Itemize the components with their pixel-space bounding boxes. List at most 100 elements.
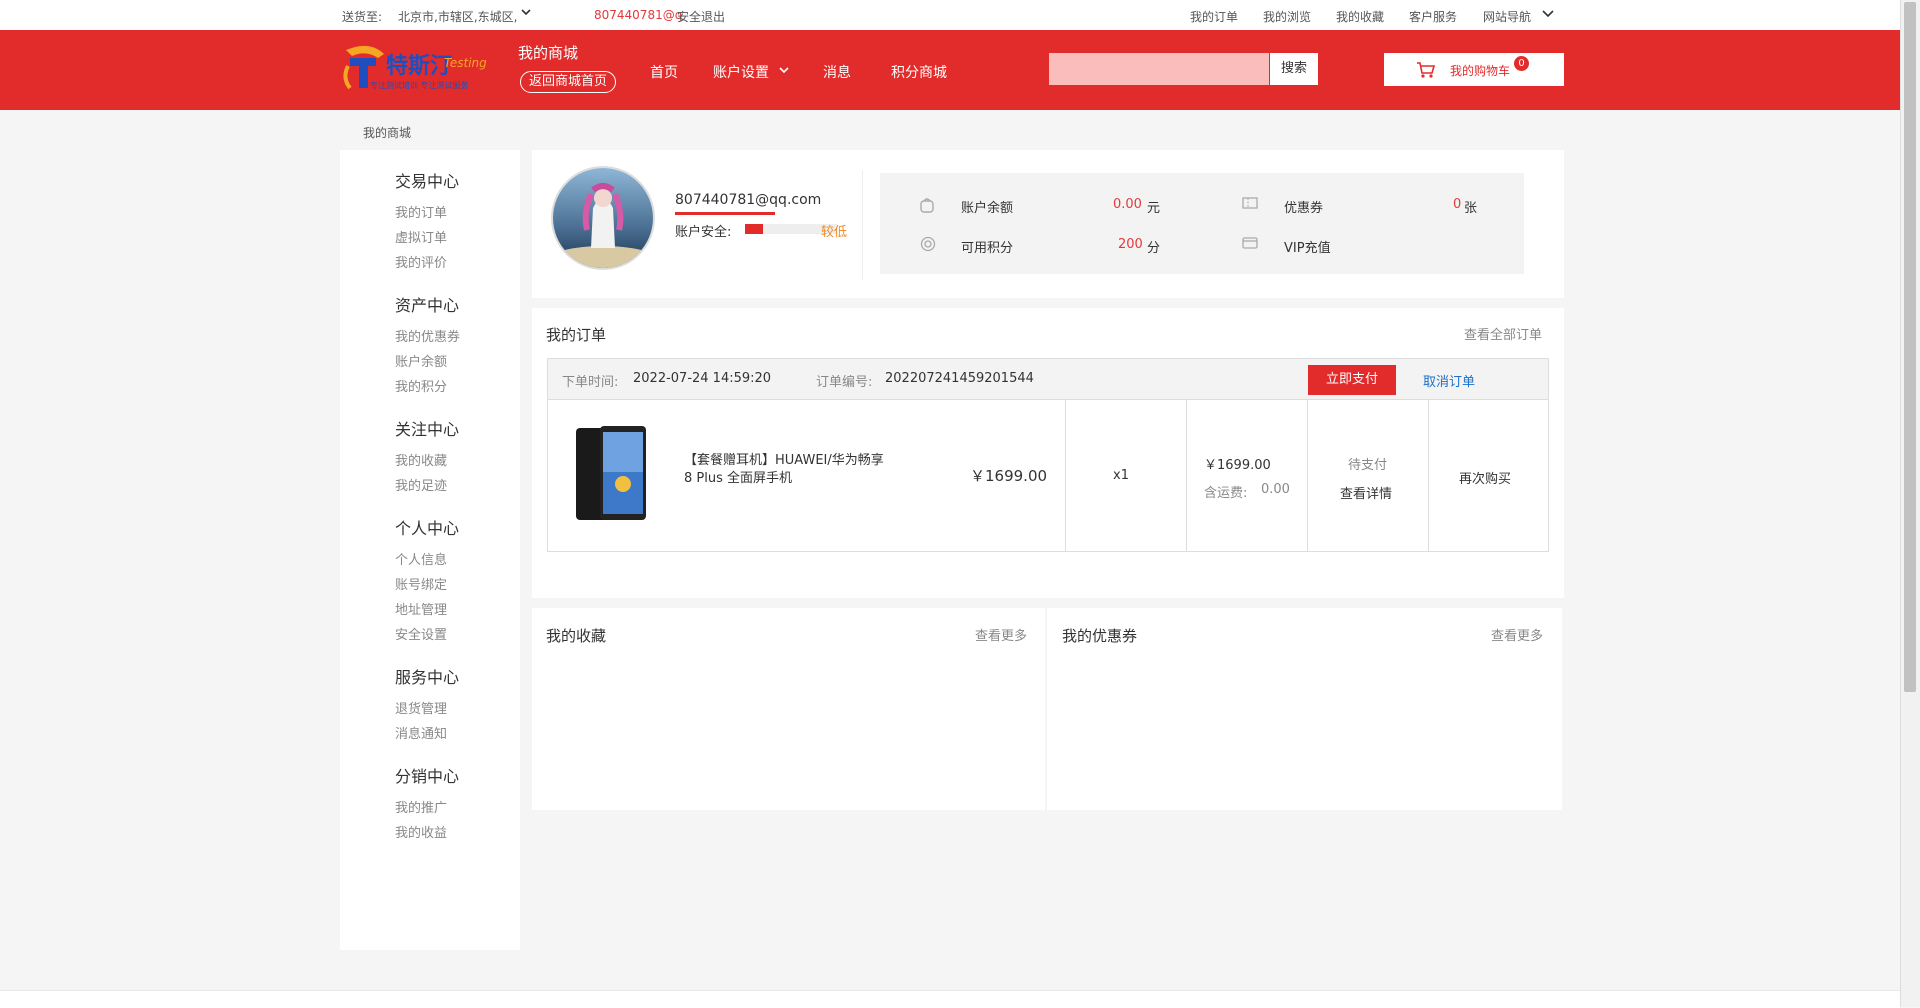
divider bbox=[862, 170, 863, 280]
sidebar-item-profile[interactable]: 个人信息 bbox=[395, 549, 447, 568]
vip-card-icon bbox=[1242, 237, 1258, 253]
balance-unit: 元 bbox=[1147, 201, 1161, 216]
breadcrumb[interactable]: 我的商城 bbox=[363, 124, 411, 141]
security-label: 账户安全: bbox=[675, 225, 732, 240]
order-time-label: 下单时间: bbox=[562, 375, 619, 390]
balance-value[interactable]: 0.00 bbox=[1113, 197, 1142, 212]
search-button[interactable]: 搜索 bbox=[1270, 53, 1318, 85]
sidebar-section-personal: 个人中心 bbox=[395, 519, 460, 538]
sidebar-item-my-reviews[interactable]: 我的评价 bbox=[395, 252, 447, 271]
order-status: 待支付 bbox=[1348, 458, 1388, 473]
security-level: 较低 bbox=[821, 225, 848, 240]
coupon-unit: 张 bbox=[1464, 201, 1478, 216]
coupons-more-link[interactable]: 查看更多 bbox=[1491, 625, 1543, 644]
sidebar-section-follow: 关注中心 bbox=[395, 420, 460, 439]
back-to-mall-button[interactable]: 返回商城首页 bbox=[520, 71, 617, 93]
chevron-down-icon[interactable] bbox=[1541, 6, 1555, 23]
column-divider bbox=[1307, 400, 1308, 552]
sidebar-section-trade: 交易中心 bbox=[395, 172, 460, 191]
logo-text: 特斯汀 bbox=[386, 54, 453, 79]
profile-card: 807440781@qq.com 账户安全: 较低 账户余额 0.00 元 优惠… bbox=[532, 150, 1564, 298]
sidebar-item-favorites[interactable]: 我的收藏 bbox=[395, 450, 447, 469]
view-details-link[interactable]: 查看详情 bbox=[1340, 483, 1392, 502]
column-divider bbox=[1186, 400, 1187, 552]
points-label: 可用积分 bbox=[961, 241, 1014, 256]
toplink-customer-service[interactable]: 客户服务 bbox=[1409, 8, 1457, 25]
pay-now-button[interactable]: 立即支付 bbox=[1308, 365, 1396, 395]
sidebar-item-security[interactable]: 安全设置 bbox=[395, 624, 447, 643]
nav-messages[interactable]: 消息 bbox=[823, 62, 851, 82]
column-divider bbox=[1065, 400, 1066, 552]
coupons-title: 我的优惠券 bbox=[1062, 627, 1138, 645]
chevron-down-icon[interactable] bbox=[778, 64, 790, 80]
search-input[interactable] bbox=[1049, 53, 1269, 85]
ship-to-selector[interactable]: 北京市,市辖区,东城区, bbox=[398, 8, 517, 25]
favorites-card: 我的收藏 查看更多 bbox=[532, 608, 1045, 810]
sidebar-item-points[interactable]: 我的积分 bbox=[395, 376, 447, 395]
shipping-label: 含运费: bbox=[1204, 486, 1248, 501]
order-no-label: 订单编号: bbox=[816, 375, 873, 390]
sidebar-item-returns[interactable]: 退货管理 bbox=[395, 698, 447, 717]
email-underline bbox=[675, 212, 775, 215]
nav-account-settings[interactable]: 账户设置 bbox=[713, 62, 769, 82]
sidebar-item-promotion[interactable]: 我的推广 bbox=[395, 797, 447, 816]
sidebar-section-service: 服务中心 bbox=[395, 668, 460, 687]
phone-image bbox=[576, 426, 646, 520]
points-value[interactable]: 200 bbox=[1118, 237, 1143, 252]
sidebar-section-distribution: 分销中心 bbox=[395, 767, 460, 786]
user-account-link[interactable]: 807440781@q bbox=[594, 8, 682, 22]
sidebar-item-footprints[interactable]: 我的足迹 bbox=[395, 475, 447, 494]
site-logo[interactable]: 特斯汀 Testing 专注测试培训 专注测试服务 bbox=[340, 40, 500, 100]
sidebar-item-virtual-orders[interactable]: 虚拟订单 bbox=[395, 227, 447, 246]
rebuy-button[interactable]: 再次购买 bbox=[1459, 468, 1511, 487]
toplink-favorites[interactable]: 我的收藏 bbox=[1336, 8, 1384, 25]
cart-label: 我的购物车 bbox=[1450, 64, 1511, 78]
coupon-icon bbox=[1242, 197, 1258, 213]
logout-link[interactable]: 安全退出 bbox=[677, 8, 725, 25]
coupon-value[interactable]: 0 bbox=[1453, 197, 1461, 212]
unit-price: ￥1699.00 bbox=[970, 467, 1048, 485]
orders-title: 我的订单 bbox=[546, 326, 607, 344]
order-time: 2022-07-24 14:59:20 bbox=[633, 371, 772, 386]
nav-points-mall[interactable]: 积分商城 bbox=[891, 62, 947, 82]
ship-to-label: 送货至: bbox=[342, 10, 383, 24]
sidebar-item-my-coupons[interactable]: 我的优惠券 bbox=[395, 326, 460, 345]
favorites-title: 我的收藏 bbox=[546, 627, 607, 645]
chevron-down-icon[interactable] bbox=[520, 6, 532, 21]
toplink-history[interactable]: 我的浏览 bbox=[1263, 8, 1311, 25]
cart-button[interactable]: 我的购物车 0 bbox=[1384, 53, 1564, 86]
sidebar-item-balance[interactable]: 账户余额 bbox=[395, 351, 447, 370]
points-icon bbox=[920, 236, 936, 256]
sidebar-section-assets: 资产中心 bbox=[395, 296, 460, 315]
coupons-card: 我的优惠券 查看更多 bbox=[1047, 608, 1562, 810]
favorites-more-link[interactable]: 查看更多 bbox=[975, 625, 1027, 644]
sidebar-item-notifications[interactable]: 消息通知 bbox=[395, 723, 447, 742]
product-name-link[interactable]: 【套餐赠耳机】HUAWEI/华为畅享8 Plus 全面屏手机 bbox=[684, 452, 884, 488]
order-total: ￥1699.00 bbox=[1204, 458, 1271, 473]
sidebar-item-address[interactable]: 地址管理 bbox=[395, 599, 447, 618]
shipping-value: 0.00 bbox=[1261, 482, 1290, 497]
vip-recharge-link[interactable]: VIP充值 bbox=[1284, 237, 1331, 256]
nav-home[interactable]: 首页 bbox=[650, 62, 678, 82]
header-bar: 特斯汀 Testing 专注测试培训 专注测试服务 我的商城 返回商城首页 首页… bbox=[0, 30, 1900, 110]
profile-email: 807440781@qq.com bbox=[675, 192, 822, 208]
cancel-order-link[interactable]: 取消订单 bbox=[1423, 371, 1475, 390]
avatar-image bbox=[553, 168, 653, 268]
sidebar: 交易中心 我的订单 虚拟订单 我的评价 资产中心 我的优惠券 账户余额 我的积分… bbox=[340, 150, 520, 950]
product-image[interactable] bbox=[574, 424, 654, 524]
sidebar-item-earnings[interactable]: 我的收益 bbox=[395, 822, 447, 841]
scrollbar-thumb[interactable] bbox=[1904, 2, 1916, 692]
sidebar-item-my-orders[interactable]: 我的订单 bbox=[395, 202, 447, 221]
view-all-orders-link[interactable]: 查看全部订单 bbox=[1464, 324, 1542, 343]
avatar[interactable] bbox=[551, 166, 655, 270]
toplink-my-orders[interactable]: 我的订单 bbox=[1190, 8, 1238, 25]
sidebar-item-account-binding[interactable]: 账号绑定 bbox=[395, 574, 447, 593]
cart-icon bbox=[1416, 61, 1436, 83]
toplink-site-nav[interactable]: 网站导航 bbox=[1483, 8, 1531, 25]
assets-panel: 账户余额 0.00 元 优惠券 0 张 可用积分 200 分 VIP充值 bbox=[880, 173, 1524, 274]
cart-count-badge: 0 bbox=[1514, 56, 1529, 71]
security-bar-fill bbox=[745, 224, 764, 234]
mall-title: 我的商城 bbox=[518, 44, 579, 62]
coupon-label: 优惠券 bbox=[1284, 201, 1324, 216]
column-divider bbox=[1428, 400, 1429, 552]
